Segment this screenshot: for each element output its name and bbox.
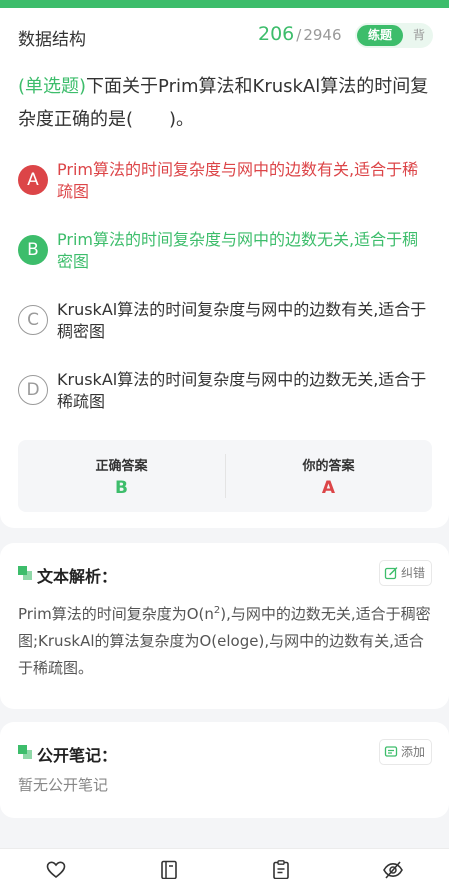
option-a-text: Prim算法的时间复杂度与网中的边数有关,适合于稀疏图 xyxy=(57,160,419,201)
question-stem: (单选题)下面关于Prim算法和KruskAl算法的时间复杂度正确的是( )。 xyxy=(18,70,436,136)
book-icon[interactable] xyxy=(158,859,180,879)
option-a-letter: A xyxy=(18,165,48,195)
notes-title: 公开笔记： xyxy=(37,746,118,765)
correct-answer-value: B xyxy=(115,478,128,498)
analysis-text-part1: Prim算法的时间复杂度为O(n xyxy=(18,605,214,623)
eye-off-icon[interactable] xyxy=(382,859,404,879)
section-squares-icon xyxy=(18,745,32,759)
bottom-toolbar xyxy=(0,848,449,879)
your-answer-value: A xyxy=(321,478,336,498)
question-type: (单选题) xyxy=(18,76,87,97)
report-error-label: 纠错 xyxy=(400,566,425,580)
mode-toggle[interactable]: 练题 背 xyxy=(355,23,433,48)
comment-icon xyxy=(384,746,398,757)
correct-answer: 正确答案 B xyxy=(18,440,225,512)
current-index: 206 xyxy=(258,23,295,45)
analysis-card: 文本解析： 纠错 Prim算法的时间复杂度为O(n2),与网中的边数无关,适合于… xyxy=(0,543,449,709)
notes-empty-text: 暂无公开笔记 xyxy=(18,776,109,794)
add-note-label: 添加 xyxy=(400,745,425,759)
total-count: 2946 xyxy=(303,26,342,44)
option-c-letter: C xyxy=(18,305,48,335)
option-b-letter: B xyxy=(18,235,48,265)
notes-card: 公开笔记： 添加 暂无公开笔记 xyxy=(0,722,449,818)
your-answer: 你的答案 A xyxy=(225,440,432,512)
edit-icon xyxy=(384,567,398,580)
option-b-text: Prim算法的时间复杂度与网中的边数无关,适合于稠密图 xyxy=(57,230,419,271)
your-answer-label: 你的答案 xyxy=(302,459,355,474)
analysis-title: 文本解析： xyxy=(37,567,118,586)
section-squares-icon xyxy=(18,566,32,580)
clipboard-icon[interactable] xyxy=(270,859,292,879)
header: 数据结构 206/2946 练题 背 xyxy=(0,8,449,62)
question-counter: 206/2946 xyxy=(258,23,342,45)
top-accent-bar xyxy=(0,0,449,8)
heart-icon[interactable] xyxy=(45,859,67,879)
answer-summary: 正确答案 B 你的答案 A xyxy=(18,440,432,512)
add-note-button[interactable]: 添加 xyxy=(378,739,432,765)
counter-separator: / xyxy=(296,26,302,44)
mode-recite-button[interactable]: 背 xyxy=(407,23,431,48)
option-c-text: KruskAl算法的时间复杂度与网中的边数有关,适合于稠密图 xyxy=(57,300,427,341)
report-error-button[interactable]: 纠错 xyxy=(378,560,432,586)
mode-practice-button[interactable]: 练题 xyxy=(357,25,403,46)
correct-answer-label: 正确答案 xyxy=(95,459,148,474)
option-d-letter: D xyxy=(18,375,48,405)
subject-title: 数据结构 xyxy=(18,30,86,50)
option-d-text: KruskAl算法的时间复杂度与网中的边数无关,适合于稀疏图 xyxy=(57,370,427,411)
analysis-text: Prim算法的时间复杂度为O(n2),与网中的边数无关,适合于稠密图;Krusk… xyxy=(18,601,432,682)
